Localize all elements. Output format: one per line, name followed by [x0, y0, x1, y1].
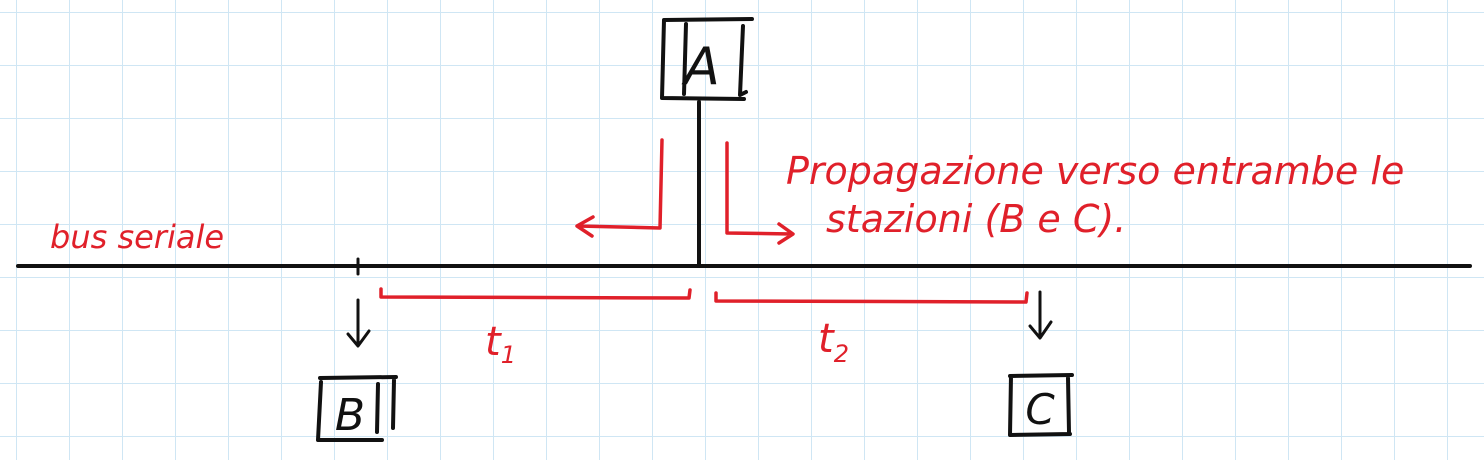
node-c-label: C: [1025, 385, 1055, 434]
interval-t2-subscript: 2: [834, 340, 849, 368]
interval-t1-bracket: [379, 287, 692, 300]
arrow-down-to-c: [1028, 290, 1053, 340]
diagram-svg: A B C t1 t2 bus seriale Propagazione ver…: [16, 17, 1472, 442]
diagram-canvas: A B C t1 t2 bus seriale Propagazione ver…: [0, 0, 1484, 460]
propagation-arrow-right: [725, 141, 795, 245]
interval-t1-subscript: 1: [501, 341, 516, 369]
node-b: B: [316, 375, 398, 442]
propagation-note-line2: stazioni (B e C).: [826, 197, 1126, 241]
node-a-label: A: [681, 37, 720, 97]
node-b-label: B: [335, 390, 365, 441]
interval-t1-letter: t: [485, 319, 502, 365]
propagation-arrow-left: [575, 138, 664, 238]
interval-t1-label: t1: [485, 319, 516, 369]
node-a: A: [660, 17, 754, 101]
interval-t2-letter: t: [818, 316, 835, 362]
interval-t2-label: t2: [818, 316, 849, 368]
propagation-note-line1: Propagazione verso entrambe le: [786, 149, 1404, 193]
node-c: C: [1008, 373, 1074, 437]
bus-label: bus seriale: [50, 218, 224, 256]
arrow-down-to-b: [346, 298, 371, 348]
interval-t2-bracket: [714, 291, 1029, 304]
